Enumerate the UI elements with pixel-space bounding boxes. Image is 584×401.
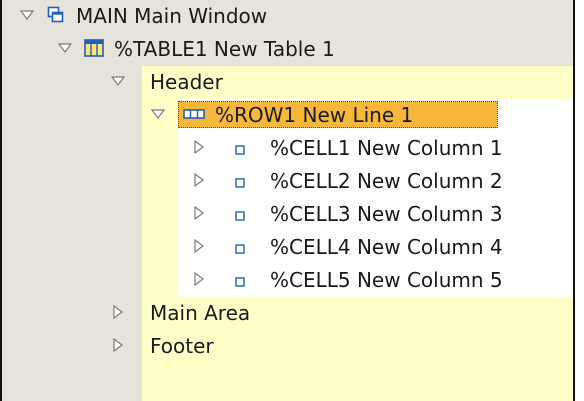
collapsed-triangle-icon[interactable]	[111, 338, 125, 352]
tree-node-cell[interactable]: %CELL3 New Column 3	[2, 198, 573, 231]
table-icon	[84, 39, 104, 57]
tree-node-row[interactable]: %ROW1 New Line 1	[2, 99, 573, 132]
node-label: Header	[150, 70, 223, 94]
tree-node-cell[interactable]: %CELL5 New Column 5	[2, 264, 573, 297]
cell-icon	[234, 174, 246, 188]
cell-icon	[234, 273, 246, 287]
tree-panel: MAIN Main Window %TABLE1 New Table 1 Hea…	[0, 0, 575, 401]
tree-node-main-area[interactable]: Main Area	[2, 297, 573, 330]
collapsed-triangle-icon[interactable]	[111, 305, 125, 319]
expanded-triangle-icon[interactable]	[151, 107, 165, 121]
cell-icon	[234, 207, 246, 221]
tree-node-main-window[interactable]: MAIN Main Window	[2, 0, 573, 33]
tree-node-cell[interactable]: %CELL2 New Column 2	[2, 165, 573, 198]
node-label: Footer	[150, 334, 214, 358]
tree-empty-area	[2, 363, 573, 401]
collapsed-triangle-icon[interactable]	[192, 173, 206, 187]
collapsed-triangle-icon[interactable]	[192, 239, 206, 253]
expanded-triangle-icon[interactable]	[20, 8, 34, 22]
node-label: Main Area	[150, 301, 251, 325]
tree-node-cell[interactable]: %CELL1 New Column 1	[2, 132, 573, 165]
expanded-triangle-icon[interactable]	[111, 74, 125, 88]
tree-node-cell[interactable]: %CELL4 New Column 4	[2, 231, 573, 264]
tree-node-table[interactable]: %TABLE1 New Table 1	[2, 33, 573, 66]
expanded-triangle-icon[interactable]	[58, 41, 72, 55]
collapsed-triangle-icon[interactable]	[192, 272, 206, 286]
collapsed-triangle-icon[interactable]	[192, 140, 206, 154]
row-icon	[183, 105, 205, 123]
node-label: %TABLE1 New Table 1	[114, 37, 335, 61]
node-label: %ROW1 New Line 1	[215, 103, 414, 127]
node-label: %CELL5 New Column 5	[270, 268, 503, 292]
node-label: %CELL4 New Column 4	[270, 235, 503, 259]
node-label: %CELL2 New Column 2	[270, 169, 503, 193]
node-label: %CELL1 New Column 1	[270, 136, 503, 160]
node-label: MAIN Main Window	[76, 4, 268, 28]
cell-icon	[234, 141, 246, 155]
tree-node-header[interactable]: Header	[2, 66, 573, 99]
node-label: %CELL3 New Column 3	[270, 202, 503, 226]
tree-node-footer[interactable]: Footer	[2, 330, 573, 363]
window-icon	[47, 6, 65, 24]
cell-icon	[234, 240, 246, 254]
collapsed-triangle-icon[interactable]	[192, 206, 206, 220]
